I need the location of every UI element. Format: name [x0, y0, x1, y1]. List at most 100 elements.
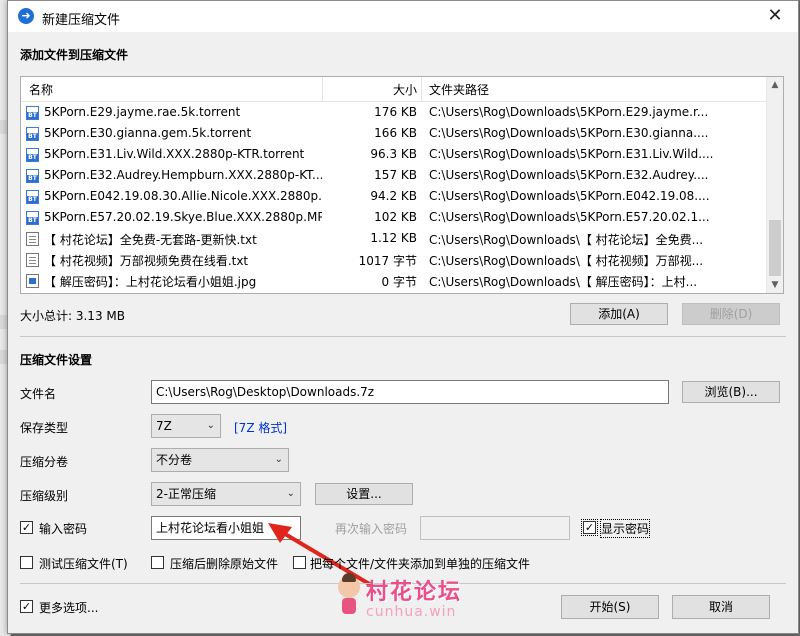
watermark-text: 村花论坛	[366, 580, 463, 605]
level-settings-button[interactable]: 设置...	[315, 483, 413, 505]
column-header-path[interactable]: 文件夹路径	[429, 81, 489, 98]
filename-input[interactable]: C:\Users\Rog\Desktop\Downloads.7z	[151, 380, 669, 404]
table-row[interactable]: BT 5KPorn.E29.jayme.rae.5k.torrent 176 K…	[21, 102, 766, 123]
file-path: C:\Users\Rog\Downloads\5KPorn.E29.jayme.…	[429, 105, 709, 119]
file-rows: BT 5KPorn.E29.jayme.rae.5k.torrent 176 K…	[21, 102, 766, 291]
file-size: 157 KB	[374, 168, 417, 182]
file-size: 1.12 KB	[370, 231, 417, 245]
table-row[interactable]: BT 5KPorn.E31.Liv.Wild.XXX.2880p-KTR.tor…	[21, 144, 766, 165]
image-file-icon	[26, 274, 39, 288]
table-row[interactable]: BT 5KPorn.E32.Audrey.Hempburn.XXX.2880p-…	[21, 165, 766, 186]
settings-section-heading: 压缩文件设置	[20, 353, 93, 367]
compression-level-label: 压缩级别	[20, 489, 69, 503]
column-header-name[interactable]: 名称	[29, 81, 53, 98]
separate-archives-checkbox[interactable]	[293, 556, 306, 569]
file-name: 5KPorn.E30.gianna.gem.5k.torrent	[44, 126, 252, 140]
window-title: 新建压缩文件	[42, 13, 121, 28]
save-type-select[interactable]: 7Z ⌄	[151, 414, 221, 438]
file-name: 5KPorn.E29.jayme.rae.5k.torrent	[44, 105, 241, 119]
file-name: 【 村花论坛】全免费-无套路-更新快.txt	[44, 233, 257, 247]
compression-level-value: 2-正常压缩	[156, 487, 216, 501]
table-row[interactable]: 【 村花视频】万部视频免费在线看.txt 1017 字节 C:\Users\Ro…	[21, 249, 766, 270]
file-size: 102 KB	[374, 210, 417, 224]
create-archive-dialog: ➜ 新建压缩文件 ✕ 添加文件到压缩文件 名称 大小 文件夹路径 BT 5KPo…	[7, 0, 799, 634]
save-type-label: 保存类型	[20, 421, 69, 435]
file-size: 176 KB	[374, 105, 417, 119]
delete-after-checkbox[interactable]	[151, 556, 164, 569]
file-name: 5KPorn.E31.Liv.Wild.XXX.2880p-KTR.torren…	[44, 147, 305, 161]
file-path: C:\Users\Rog\Downloads\【 解压密码】：上村...	[429, 275, 698, 289]
table-row[interactable]: BT 5KPorn.E042.19.08.30.Allie.Nicole.XXX…	[21, 186, 766, 207]
start-button[interactable]: 开始(S)	[561, 595, 659, 619]
watermark: 村花论坛 cunhua.win	[338, 573, 498, 624]
password-checkbox-label[interactable]: 输入密码	[39, 520, 87, 537]
add-button[interactable]: 添加(A)	[570, 303, 668, 325]
file-name: 【 村花视频】万部视频免费在线看.txt	[44, 254, 249, 268]
browse-button[interactable]: 浏览(B)...	[682, 381, 780, 403]
reenter-password-input[interactable]	[420, 516, 570, 540]
delete-after-label[interactable]: 压缩后删除原始文件	[170, 555, 278, 572]
more-options-checkbox[interactable]: ✓	[20, 600, 33, 613]
test-archive-label[interactable]: 测试压缩文件(T)	[39, 555, 128, 572]
file-list[interactable]: 名称 大小 文件夹路径 BT 5KPorn.E29.jayme.rae.5k.t…	[20, 76, 784, 294]
file-name: 【 解压密码】：上村花论坛看小姐姐.jpg	[44, 275, 257, 289]
remove-button[interactable]: 删除(D)	[682, 303, 780, 325]
file-name: 5KPorn.E042.19.08.30.Allie.Nicole.XXX.28…	[44, 189, 322, 203]
split-label: 压缩分卷	[20, 455, 69, 469]
column-divider[interactable]	[421, 77, 422, 101]
table-row[interactable]: BT 5KPorn.E57.20.02.19.Skye.Blue.XXX.288…	[21, 207, 766, 228]
test-archive-checkbox[interactable]	[20, 556, 33, 569]
file-path: C:\Users\Rog\Downloads\5KPorn.E042.19.08…	[429, 189, 710, 203]
bt-torrent-icon: BT	[26, 148, 39, 162]
file-path: C:\Users\Rog\Downloads\5KPorn.E57.20.02.…	[429, 210, 710, 224]
column-header-size[interactable]: 大小	[323, 81, 417, 98]
bt-torrent-icon: BT	[26, 190, 39, 204]
file-list-scrollbar[interactable]: ▲ ▼	[766, 77, 783, 293]
file-path: C:\Users\Rog\Downloads\【 村花论坛】全免费...	[429, 233, 704, 247]
total-size-label: 大小总计: 3.13 MB	[20, 309, 125, 323]
scrollbar-thumb[interactable]	[769, 220, 781, 276]
chevron-down-icon: ⌄	[274, 454, 283, 465]
table-row[interactable]: 【 村花论坛】全免费-无套路-更新快.txt 1.12 KB C:\Users\…	[21, 228, 766, 249]
scroll-down-icon[interactable]: ▼	[767, 277, 783, 293]
separate-archives-label[interactable]: 把每个文件/文件夹添加到单独的压缩文件	[310, 555, 530, 572]
file-size: 0 字节	[381, 275, 417, 289]
app-icon: ➜	[18, 8, 34, 24]
filename-label: 文件名	[20, 387, 57, 401]
chevron-down-icon: ⌄	[286, 488, 295, 499]
more-options-label[interactable]: 更多选项...	[39, 599, 98, 616]
bt-torrent-icon: BT	[26, 169, 39, 183]
cancel-button[interactable]: 取消	[672, 595, 770, 619]
close-icon[interactable]: ✕	[752, 1, 798, 32]
table-row[interactable]: 【 解压密码】：上村花论坛看小姐姐.jpg 0 字节 C:\Users\Rog\…	[21, 270, 766, 291]
show-password-label[interactable]: 显示密码	[599, 519, 651, 538]
bt-torrent-icon: BT	[26, 106, 39, 120]
split-value: 不分卷	[156, 453, 193, 467]
format-link[interactable]: [7Z 格式]	[234, 419, 287, 436]
file-path: C:\Users\Rog\Downloads\5KPorn.E32.Audrey…	[429, 168, 709, 182]
chevron-down-icon: ⌄	[206, 420, 215, 431]
file-path: C:\Users\Rog\Downloads\【 村花视频】万部视...	[429, 254, 704, 268]
text-file-icon	[26, 232, 39, 246]
file-size: 1017 字节	[358, 254, 417, 268]
file-list-header: 名称 大小 文件夹路径	[21, 77, 766, 102]
show-password-checkbox[interactable]: ✓	[581, 519, 598, 536]
file-size: 96.3 KB	[370, 147, 417, 161]
bt-torrent-icon: BT	[26, 211, 39, 225]
scroll-up-icon[interactable]: ▲	[767, 77, 783, 93]
file-name: 5KPorn.E57.20.02.19.Skye.Blue.XXX.2880p.…	[44, 210, 322, 224]
watermark-mascot-icon	[338, 573, 360, 598]
table-row[interactable]: BT 5KPorn.E30.gianna.gem.5k.torrent 166 …	[21, 123, 766, 144]
split-select[interactable]: 不分卷 ⌄	[151, 448, 289, 472]
file-size: 94.2 KB	[370, 189, 417, 203]
file-path: C:\Users\Rog\Downloads\5KPorn.E30.gianna…	[429, 126, 709, 140]
section-divider	[20, 336, 786, 337]
watermark-mascot-body	[342, 598, 356, 614]
compression-level-select[interactable]: 2-正常压缩 ⌄	[151, 482, 301, 506]
text-file-icon	[26, 253, 39, 267]
file-size: 166 KB	[374, 126, 417, 140]
bt-torrent-icon: BT	[26, 127, 39, 141]
file-path: C:\Users\Rog\Downloads\5KPorn.E31.Liv.Wi…	[429, 147, 714, 161]
password-checkbox[interactable]: ✓	[20, 521, 33, 534]
title-bar: ➜ 新建压缩文件 ✕	[8, 1, 798, 32]
